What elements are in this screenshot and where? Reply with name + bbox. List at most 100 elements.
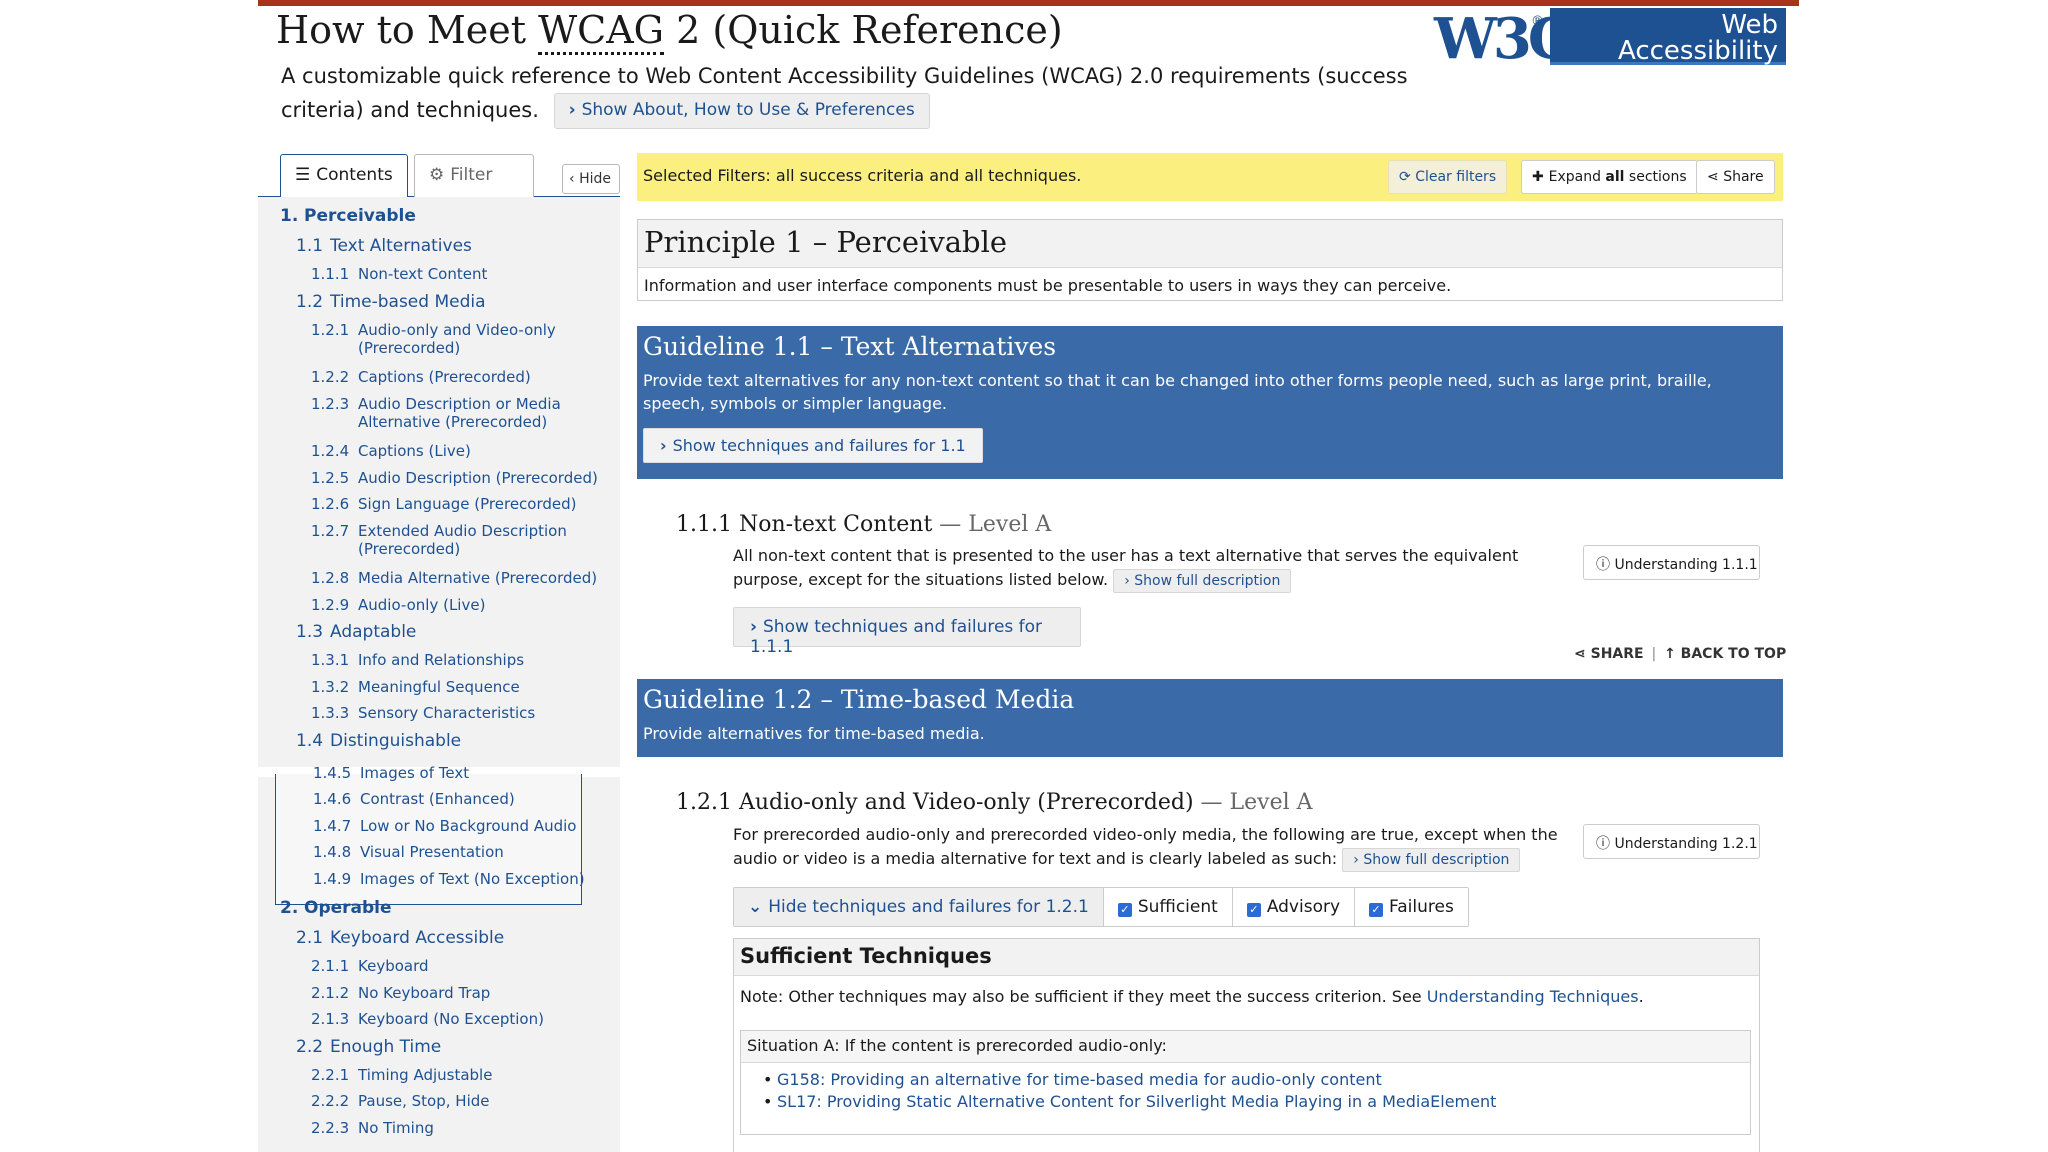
toc-item-label: Low or No Background Audio bbox=[360, 816, 577, 835]
title-abbr[interactable]: WCAG bbox=[538, 8, 665, 55]
tab-filter[interactable]: ⚙ Filter bbox=[414, 154, 534, 197]
toc-item-1-2-5[interactable]: 1.2.5 Audio Description (Prerecorded) bbox=[311, 469, 598, 487]
expand-label-bold: all bbox=[1605, 169, 1625, 185]
understanding-techniques-link[interactable]: Understanding Techniques bbox=[1427, 987, 1639, 1006]
share-link[interactable]: SHARE bbox=[1591, 646, 1644, 662]
checkbox-checked-icon: ✓ bbox=[1117, 903, 1132, 917]
show-techniques-1-1-1-button[interactable]: › Show techniques and failures for 1.1.1 bbox=[733, 607, 1081, 657]
share-icon: ⋖ bbox=[1574, 646, 1586, 662]
sc-1-2-1-title: 1.2.1 Audio-only and Video-only (Prereco… bbox=[676, 790, 1313, 815]
toc-item-1-2-2[interactable]: 1.2.2 Captions (Prerecorded) bbox=[311, 368, 531, 386]
toc-item-1-4-7[interactable]: 1.4.7 Low or No Background Audio bbox=[313, 817, 576, 835]
show-techniques-1-1-button[interactable]: › Show techniques and failures for 1.1 bbox=[643, 428, 983, 463]
toc-item-number: 1.1.1 bbox=[311, 265, 350, 283]
toc-item-number: 2.2.1 bbox=[311, 1065, 350, 1084]
toc-item-label: Images of Text bbox=[360, 763, 470, 782]
toc-item-label: Audio-only (Live) bbox=[358, 595, 486, 614]
sc-1-1-1-description: All non-text content that is presented t… bbox=[733, 544, 1561, 593]
tab-contents[interactable]: ☰ Contents bbox=[280, 154, 408, 200]
toc-item-label: Perceivable bbox=[304, 206, 416, 226]
toc-item-1-2-4[interactable]: 1.2.4 Captions (Live) bbox=[311, 442, 471, 460]
toc-item-2-2-2[interactable]: 2.2.2 Pause, Stop, Hide bbox=[311, 1092, 489, 1110]
toc-item-1-3-2[interactable]: 1.3.2 Meaningful Sequence bbox=[311, 678, 520, 696]
w3c-logo[interactable]: W3C ® bbox=[1434, 10, 1572, 68]
toc-item-number: 1.2.7 bbox=[311, 521, 350, 540]
toc-item-label: Audio Description or Media bbox=[358, 394, 561, 413]
sc-1-1-1-name: 1.1.1 Non-text Content bbox=[676, 512, 933, 537]
toc-item-2-1[interactable]: 2.1 Keyboard Accessible bbox=[296, 928, 504, 948]
intro-text: A customizable quick reference to Web Co… bbox=[281, 60, 1441, 129]
technique-link-g158[interactable]: G158: Providing an alternative for time-… bbox=[763, 1069, 1750, 1091]
toc-item-1-4-5[interactable]: 1.4.5 Images of Text bbox=[313, 764, 469, 782]
toc-item-1-2-3[interactable]: 1.2.3 Audio Description or Media Alternati… bbox=[311, 395, 561, 431]
toc-item-1-3-1[interactable]: 1.3.1 Info and Relationships bbox=[311, 651, 524, 669]
link-separator: | bbox=[1651, 646, 1657, 662]
situation-a-list: G158: Providing an alternative for time-… bbox=[741, 1063, 1750, 1113]
toc-item-number: 2.1.3 bbox=[311, 1010, 350, 1028]
hide-techniques-1-2-1-button[interactable]: ⌄ Hide techniques and failures for 1.2.1 bbox=[734, 888, 1104, 926]
toc-item-1-4-9[interactable]: 1.4.9 Images of Text (No Exception) bbox=[313, 870, 585, 888]
toc-item-1-1-1[interactable]: 1.1.1 Non-text Content bbox=[311, 265, 487, 283]
failures-checkbox-label: Failures bbox=[1389, 897, 1454, 917]
expand-all-button[interactable]: ✚ Expand all sections bbox=[1521, 160, 1698, 194]
hide-sidebar-button[interactable]: ‹ Hide bbox=[562, 164, 620, 194]
guideline-1-2: Guideline 1.2 – Time-based Media Provide… bbox=[637, 679, 1783, 757]
advisory-checkbox[interactable]: ✓ Advisory bbox=[1233, 888, 1356, 926]
toc-item-2-1-3[interactable]: 2.1.3 Keyboard (No Exception) bbox=[311, 1010, 544, 1028]
toc-item-1-3[interactable]: 1.3 Adaptable bbox=[296, 622, 416, 642]
toc-item-2-2[interactable]: 2.2 Enough Time bbox=[296, 1037, 441, 1057]
toc-item-2[interactable]: 2. Operable bbox=[280, 898, 392, 918]
share-button[interactable]: ⋖ Share bbox=[1696, 160, 1775, 194]
toc-item-1-2-6[interactable]: 1.2.6 Sign Language (Prerecorded) bbox=[311, 495, 577, 513]
clear-filters-button[interactable]: ⟳ Clear filters bbox=[1388, 160, 1508, 194]
sufficient-checkbox[interactable]: ✓ Sufficient bbox=[1104, 888, 1233, 926]
failures-checkbox[interactable]: ✓ Failures bbox=[1355, 888, 1468, 926]
sc-1-1-1-full-description-button[interactable]: › Show full description bbox=[1113, 569, 1292, 593]
toc-item-label-continued: (Prerecorded) bbox=[358, 539, 461, 558]
toc-item-label: Operable bbox=[304, 898, 392, 918]
understanding-1-1-1-button[interactable]: ⓘ Understanding 1.1.1 bbox=[1583, 545, 1760, 580]
expand-label-pre: Expand bbox=[1548, 169, 1606, 185]
toc-item-label: Distinguishable bbox=[330, 730, 462, 751]
toc-item-label: Audio Description (Prerecorded) bbox=[358, 468, 598, 487]
toc-item-2-2-3[interactable]: 2.2.3 No Timing bbox=[311, 1119, 434, 1137]
guideline-1-2-description: Provide alternatives for time-based medi… bbox=[643, 724, 985, 743]
chevron-right-icon: › bbox=[1353, 852, 1364, 868]
toc-item-2-2-1[interactable]: 2.2.1 Timing Adjustable bbox=[311, 1066, 492, 1084]
note-end: . bbox=[1638, 987, 1644, 1006]
toc-item-2-1-2[interactable]: 2.1.2 No Keyboard Trap bbox=[311, 984, 490, 1002]
toc-item-number: 1.2.3 bbox=[311, 394, 350, 413]
toc-item-label: Sign Language (Prerecorded) bbox=[358, 495, 577, 513]
toc-item-1-2-7[interactable]: 1.2.7 Extended Audio Description (Prerecor… bbox=[311, 522, 567, 558]
sc-1-2-1-description: For prerecorded audio-only and prerecord… bbox=[733, 823, 1561, 872]
technique-link-sl17[interactable]: SL17: Providing Static Alternative Conte… bbox=[763, 1091, 1750, 1113]
toc-item-1-2-9[interactable]: 1.2.9 Audio-only (Live) bbox=[311, 596, 485, 614]
w3c-registered-mark: ® bbox=[1531, 14, 1544, 29]
toc-item-label: Pause, Stop, Hide bbox=[358, 1092, 490, 1110]
toc-item-1-4[interactable]: 1.4 Distinguishable bbox=[296, 731, 461, 751]
toc-item-1-2-1[interactable]: 1.2.1 Audio-only and Video-only (Prerecord… bbox=[311, 321, 556, 357]
w3c-logo-text: W3C bbox=[1434, 6, 1572, 72]
understanding-1-2-1-button[interactable]: ⓘ Understanding 1.2.1 bbox=[1583, 824, 1760, 859]
toc-item-1-4-6[interactable]: 1.4.6 Contrast (Enhanced) bbox=[313, 790, 515, 808]
toc-item-1-2-8[interactable]: 1.2.8 Media Alternative (Prerecorded) bbox=[311, 569, 597, 587]
show-techniques-1-1-1-label: Show techniques and failures for 1.1.1 bbox=[750, 617, 1043, 657]
toc-item-label: Text Alternatives bbox=[330, 236, 472, 256]
full-description-label: Show full description bbox=[1134, 573, 1281, 589]
toc-item-1-3-3[interactable]: 1.3.3 Sensory Characteristics bbox=[311, 704, 535, 722]
toc-item-2-1-1[interactable]: 2.1.1 Keyboard bbox=[311, 957, 429, 975]
toc-item-1[interactable]: 1. Perceivable bbox=[280, 206, 416, 226]
toc-item-number: 1.3.1 bbox=[311, 651, 350, 669]
toc-item-1-1[interactable]: 1.1 Text Alternatives bbox=[296, 236, 472, 256]
hide-techniques-label: Hide techniques and failures for 1.2.1 bbox=[768, 897, 1089, 917]
info-icon: ⓘ bbox=[1596, 836, 1615, 852]
expand-label-post: sections bbox=[1624, 169, 1687, 185]
toc-item-1-2[interactable]: 1.2 Time-based Media bbox=[296, 292, 486, 312]
hide-sidebar-label: Hide bbox=[579, 171, 611, 187]
back-to-top-link[interactable]: BACK TO TOP bbox=[1681, 646, 1787, 662]
toc-item-1-4-8[interactable]: 1.4.8 Visual Presentation bbox=[313, 843, 504, 861]
sc-1-2-1-name: 1.2.1 Audio-only and Video-only (Prereco… bbox=[676, 790, 1194, 815]
wai-logo[interactable]: Web Accessibility initiative bbox=[1550, 8, 1786, 90]
show-about-button[interactable]: › Show About, How to Use & Preferences bbox=[553, 93, 930, 129]
sc-1-2-1-full-description-button[interactable]: › Show full description bbox=[1342, 848, 1521, 872]
